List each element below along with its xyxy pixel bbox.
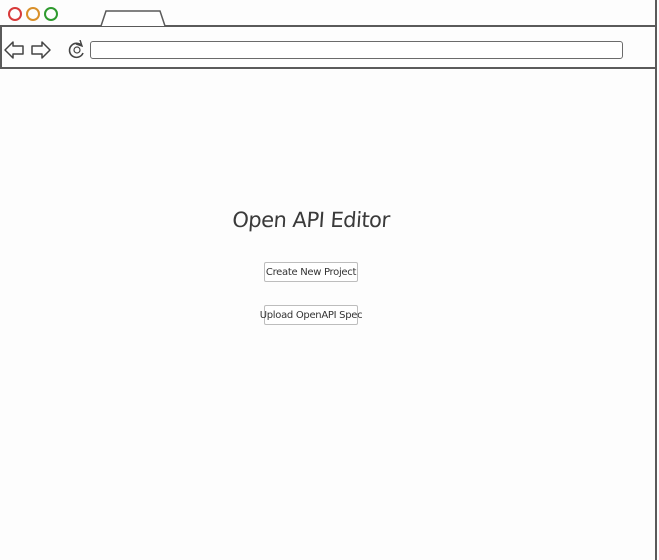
page-content: Open API Editor Create New Project Uploa… — [0, 70, 656, 560]
close-window-button[interactable] — [8, 7, 22, 21]
upload-openapi-spec-button[interactable]: Upload OpenAPI Spec — [260, 305, 363, 325]
address-bar-input[interactable] — [90, 41, 623, 59]
minimize-window-button[interactable] — [26, 7, 40, 21]
back-arrow-icon[interactable] — [3, 40, 25, 60]
browser-window: Open API Editor Create New Project Uploa… — [0, 0, 659, 560]
reload-icon[interactable] — [66, 40, 88, 60]
forward-arrow-icon[interactable] — [30, 40, 52, 60]
create-new-project-button[interactable]: Create New Project — [264, 262, 358, 282]
browser-tab[interactable] — [100, 10, 166, 26]
maximize-window-button[interactable] — [44, 7, 58, 21]
page-title: Open API Editor — [231, 208, 391, 232]
